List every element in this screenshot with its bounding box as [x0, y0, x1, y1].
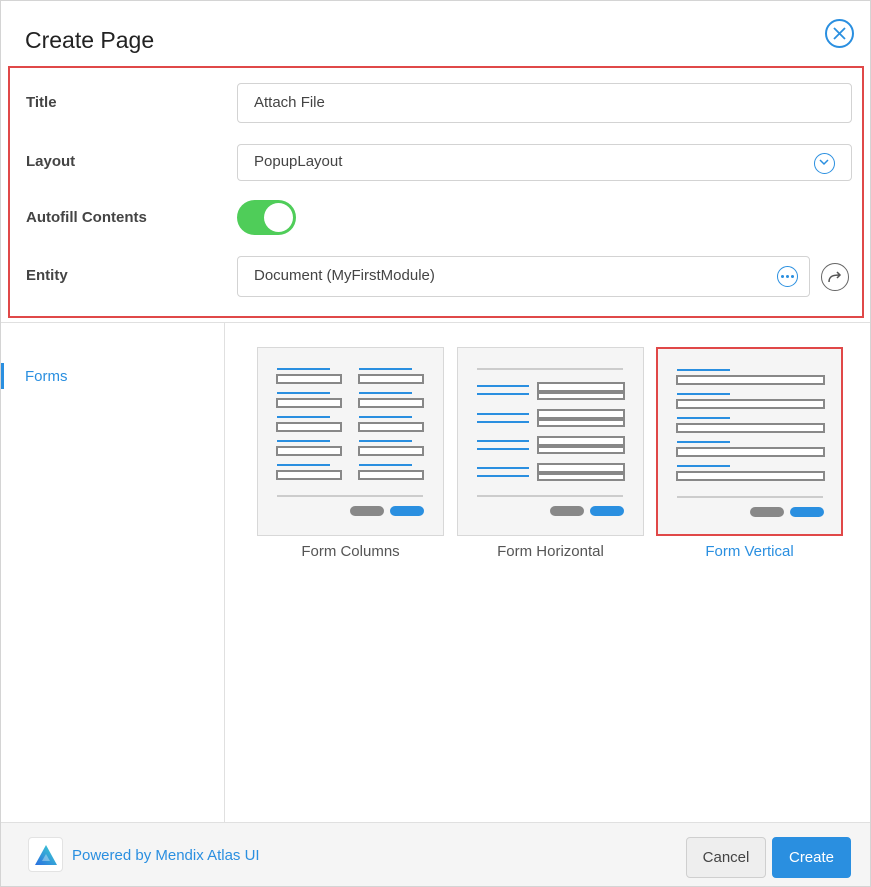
- go-to-entity-button[interactable]: [821, 263, 849, 291]
- title-label: Title: [26, 94, 57, 111]
- template-form-columns[interactable]: [257, 347, 444, 536]
- create-page-dialog: Create Page Title Attach File Layout Pop…: [0, 0, 871, 887]
- dialog-title: Create Page: [25, 27, 155, 53]
- entity-input[interactable]: Document (MyFirstModule): [237, 256, 810, 297]
- more-options-icon[interactable]: [777, 266, 798, 287]
- template-form-horizontal[interactable]: [457, 347, 644, 536]
- title-input[interactable]: Attach File: [237, 83, 852, 123]
- autofill-toggle[interactable]: [237, 200, 296, 235]
- form-horizontal-thumbnail: [477, 368, 625, 516]
- entity-label: Entity: [26, 267, 68, 284]
- chevron-down-icon: [814, 153, 835, 174]
- powered-by-link[interactable]: Powered by Mendix Atlas UI: [72, 847, 260, 864]
- sidebar-item-forms[interactable]: Forms: [1, 363, 225, 389]
- arrow-forward-icon: [828, 271, 842, 283]
- page-properties-panel: Title Attach File Layout PopupLayout Aut…: [8, 66, 864, 318]
- layout-select[interactable]: PopupLayout: [237, 144, 852, 181]
- entity-input-value: Document (MyFirstModule): [254, 267, 435, 284]
- form-vertical-thumbnail: [676, 369, 825, 517]
- toggle-knob: [264, 203, 293, 232]
- layout-label: Layout: [26, 153, 76, 170]
- template-category-sidebar: Forms: [1, 323, 225, 822]
- layout-select-value: PopupLayout: [254, 153, 343, 170]
- active-indicator: [1, 363, 4, 389]
- dialog-footer: Powered by Mendix Atlas UI Cancel Create: [1, 822, 870, 886]
- sidebar-item-label: Forms: [25, 368, 68, 385]
- cancel-button[interactable]: Cancel: [686, 837, 766, 878]
- dialog-header: Create Page: [1, 1, 870, 67]
- template-label: Form Vertical: [705, 543, 794, 560]
- form-columns-thumbnail: [276, 368, 424, 516]
- close-button[interactable]: [825, 19, 854, 48]
- template-label: Form Horizontal: [497, 543, 604, 560]
- template-label: Form Columns: [301, 543, 400, 560]
- create-button[interactable]: Create: [772, 837, 851, 878]
- close-icon: [833, 27, 846, 40]
- template-form-vertical[interactable]: [656, 347, 843, 536]
- atlas-logo: [28, 837, 63, 872]
- atlas-logo-icon: [35, 845, 57, 865]
- autofill-label: Autofill Contents: [26, 209, 147, 226]
